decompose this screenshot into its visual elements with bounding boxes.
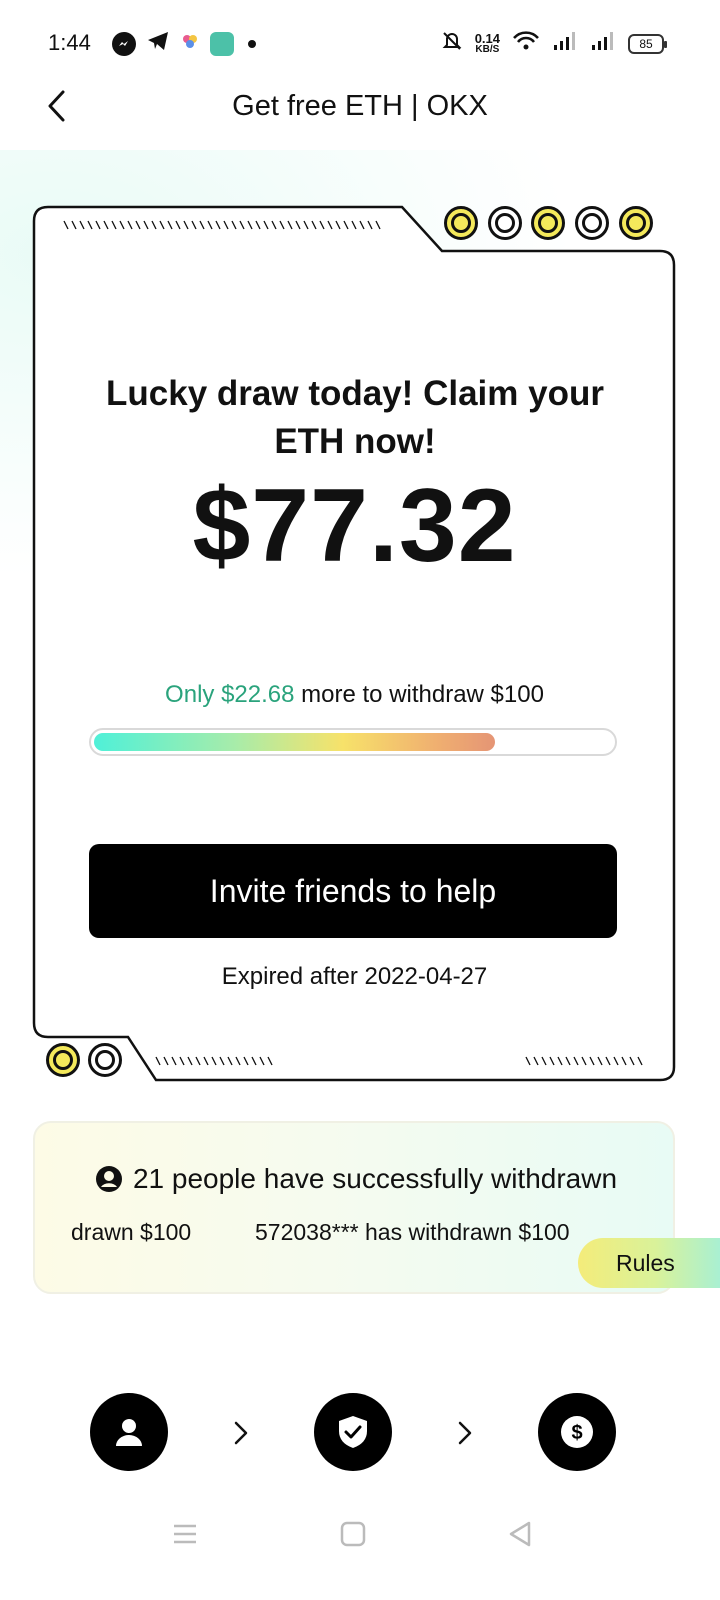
- menu-nav-button[interactable]: [163, 1512, 207, 1556]
- photos-icon: [180, 31, 200, 56]
- system-nav-bar: [0, 1500, 720, 1600]
- chevron-right-icon: [228, 1418, 254, 1448]
- page-title: Get free ETH | OKX: [232, 90, 488, 122]
- withdraw-progress-bar: [89, 728, 617, 756]
- dollar-coin-icon: $: [561, 1416, 593, 1448]
- app-header: Get free ETH | OKX: [0, 80, 720, 140]
- status-time: 1:44: [48, 30, 91, 55]
- shield-check-icon: [339, 1416, 367, 1448]
- chevron-right-icon: [452, 1418, 478, 1448]
- svg-text:$: $: [571, 1422, 582, 1444]
- step-verify: [314, 1393, 392, 1471]
- remaining-amount: $22.68: [221, 681, 295, 708]
- network-speed-value: 0.14: [474, 30, 500, 46]
- user-circle-icon: [95, 1166, 122, 1192]
- draw-amount: $77.32: [192, 468, 517, 584]
- gold-coin-icon: [444, 206, 478, 240]
- triangle-back-icon: [509, 1521, 531, 1547]
- invite-friends-button[interactable]: Invite friends to help: [89, 844, 617, 938]
- signal-icon-2: [590, 30, 616, 57]
- menu-icon: [174, 1524, 196, 1544]
- ticker-item: drawn $100: [71, 1219, 192, 1245]
- gold-coin-icon: [46, 1043, 80, 1077]
- signal-icon-1: [552, 30, 578, 57]
- withdraw-headline: 21 people have successfully withdrawn: [35, 1163, 673, 1195]
- app-notification-icon: [210, 31, 234, 56]
- lucky-draw-card: Lucky draw today! Claim your ETH now! $7…: [32, 205, 677, 1083]
- telegram-icon: [146, 30, 170, 57]
- rules-button[interactable]: Rules: [578, 1238, 720, 1288]
- card-frame: [32, 205, 676, 1082]
- user-icon: [116, 1419, 142, 1446]
- silver-coin-icon: [488, 206, 522, 240]
- silver-coin-icon: [88, 1043, 122, 1077]
- system-icons: 0.14 KB/S 85: [441, 30, 667, 57]
- progress-caption: Only $22.68 more to withdraw $100: [32, 681, 677, 709]
- progress-prefix: Only: [165, 681, 215, 708]
- card-title: Lucky draw today! Claim your ETH now!: [106, 374, 604, 461]
- withdraw-count-text: 21 people have successfully withdrawn: [132, 1163, 618, 1194]
- home-nav-button[interactable]: [331, 1512, 375, 1556]
- ticker-item: 572038*** has withdrawn $100: [255, 1219, 570, 1245]
- step-invite: [90, 1393, 168, 1471]
- wifi-icon: [512, 30, 540, 57]
- battery-indicator: 85: [628, 33, 667, 54]
- progress-fill: [94, 733, 495, 751]
- back-nav-button[interactable]: [498, 1512, 542, 1556]
- network-speed: 0.14 KB/S: [474, 30, 500, 55]
- more-notifications-dot: [248, 39, 256, 48]
- progress-suffix: more to withdraw $100: [301, 681, 544, 708]
- notification-icons: [112, 30, 256, 57]
- gold-coin-icon: [531, 206, 565, 240]
- messenger-icon: [112, 31, 136, 56]
- network-speed-unit: KB/S: [475, 43, 500, 55]
- home-square-icon: [340, 1521, 366, 1547]
- step-withdraw: $: [538, 1393, 616, 1471]
- expiry-text: Expired after 2022-04-27: [221, 963, 488, 990]
- withdraw-ticker: drawn $100 572038*** has withdrawn $100: [35, 1219, 673, 1253]
- status-bar: 1:44 0.14 KB/S 85: [0, 0, 720, 80]
- gold-coin-icon: [619, 206, 653, 240]
- mute-bell-icon: [441, 30, 463, 57]
- silver-coin-icon: [575, 206, 609, 240]
